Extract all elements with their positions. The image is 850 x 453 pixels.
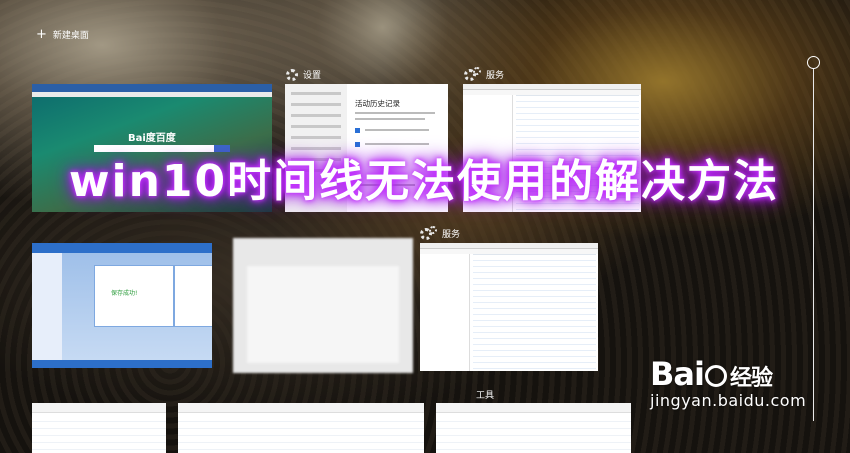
baidu-logo: Bai度百度 — [128, 133, 176, 144]
explorer-thumbnail-2[interactable] — [178, 403, 424, 453]
paw-icon — [704, 365, 727, 387]
services-list — [473, 255, 596, 371]
gear-icon — [286, 68, 298, 81]
qq-dialog: 保存成功! — [94, 265, 174, 327]
qq-statusbar — [32, 360, 212, 368]
explorer-file-list — [32, 415, 166, 453]
qq-right-pane — [174, 265, 212, 327]
qq-titlebar — [32, 243, 212, 253]
new-desktop-label: 新建桌面 — [52, 31, 89, 41]
browser-toolbar — [32, 84, 272, 92]
watermark-url: jingyan.baidu.com — [650, 391, 807, 410]
settings-title-label: 设置 — [303, 71, 322, 81]
settings-text-line — [365, 129, 429, 131]
services-card-title-1: 服务 — [464, 66, 505, 81]
explorer-ribbon — [436, 403, 631, 413]
services-title-label-2: 服务 — [442, 230, 461, 240]
settings-text-line — [355, 118, 425, 120]
tools-card-title: 工具 — [476, 388, 494, 401]
qq-thumbnail[interactable]: 保存成功! — [32, 243, 212, 368]
checkbox-icon — [355, 128, 360, 133]
watermark-brand: Bai 经验 — [650, 355, 840, 393]
services-gear-icon — [464, 66, 481, 81]
settings-text-line — [355, 112, 435, 114]
save-status: 保存成功! — [111, 290, 138, 297]
explorer-thumbnail-3[interactable] — [436, 403, 631, 453]
explorer-file-list — [436, 415, 631, 453]
explorer-thumbnail-1[interactable] — [32, 403, 166, 453]
services-detail-pane — [420, 254, 470, 371]
explorer-ribbon — [32, 403, 166, 413]
explorer-file-list — [178, 415, 424, 453]
services-title-label-1: 服务 — [486, 71, 505, 81]
services-gear-icon — [420, 225, 437, 240]
new-desktop-button[interactable]: + 新建桌面 — [36, 26, 89, 42]
services-card-title-2: 服务 — [420, 225, 461, 240]
watermark-brand-prefix: Bai — [650, 355, 705, 393]
settings-heading: 活动历史记录 — [355, 99, 400, 108]
plus-icon: + — [36, 26, 47, 42]
services-thumbnail-2[interactable] — [420, 243, 598, 371]
settings-card-title: 设置 — [286, 68, 321, 81]
blurred-window-thumbnail[interactable] — [233, 238, 413, 373]
blurred-window-content — [247, 266, 399, 363]
article-headline: win10时间线无法使用的解决方法 — [68, 156, 780, 207]
qq-left-pane — [32, 253, 62, 368]
tools-title-label: 工具 — [476, 391, 495, 401]
baidu-jingyan-watermark: Bai 经验 jingyan.baidu.com — [650, 355, 840, 410]
watermark-brand-suffix: 经验 — [729, 366, 773, 391]
timeline-handle[interactable] — [807, 56, 820, 69]
explorer-ribbon — [178, 403, 424, 413]
